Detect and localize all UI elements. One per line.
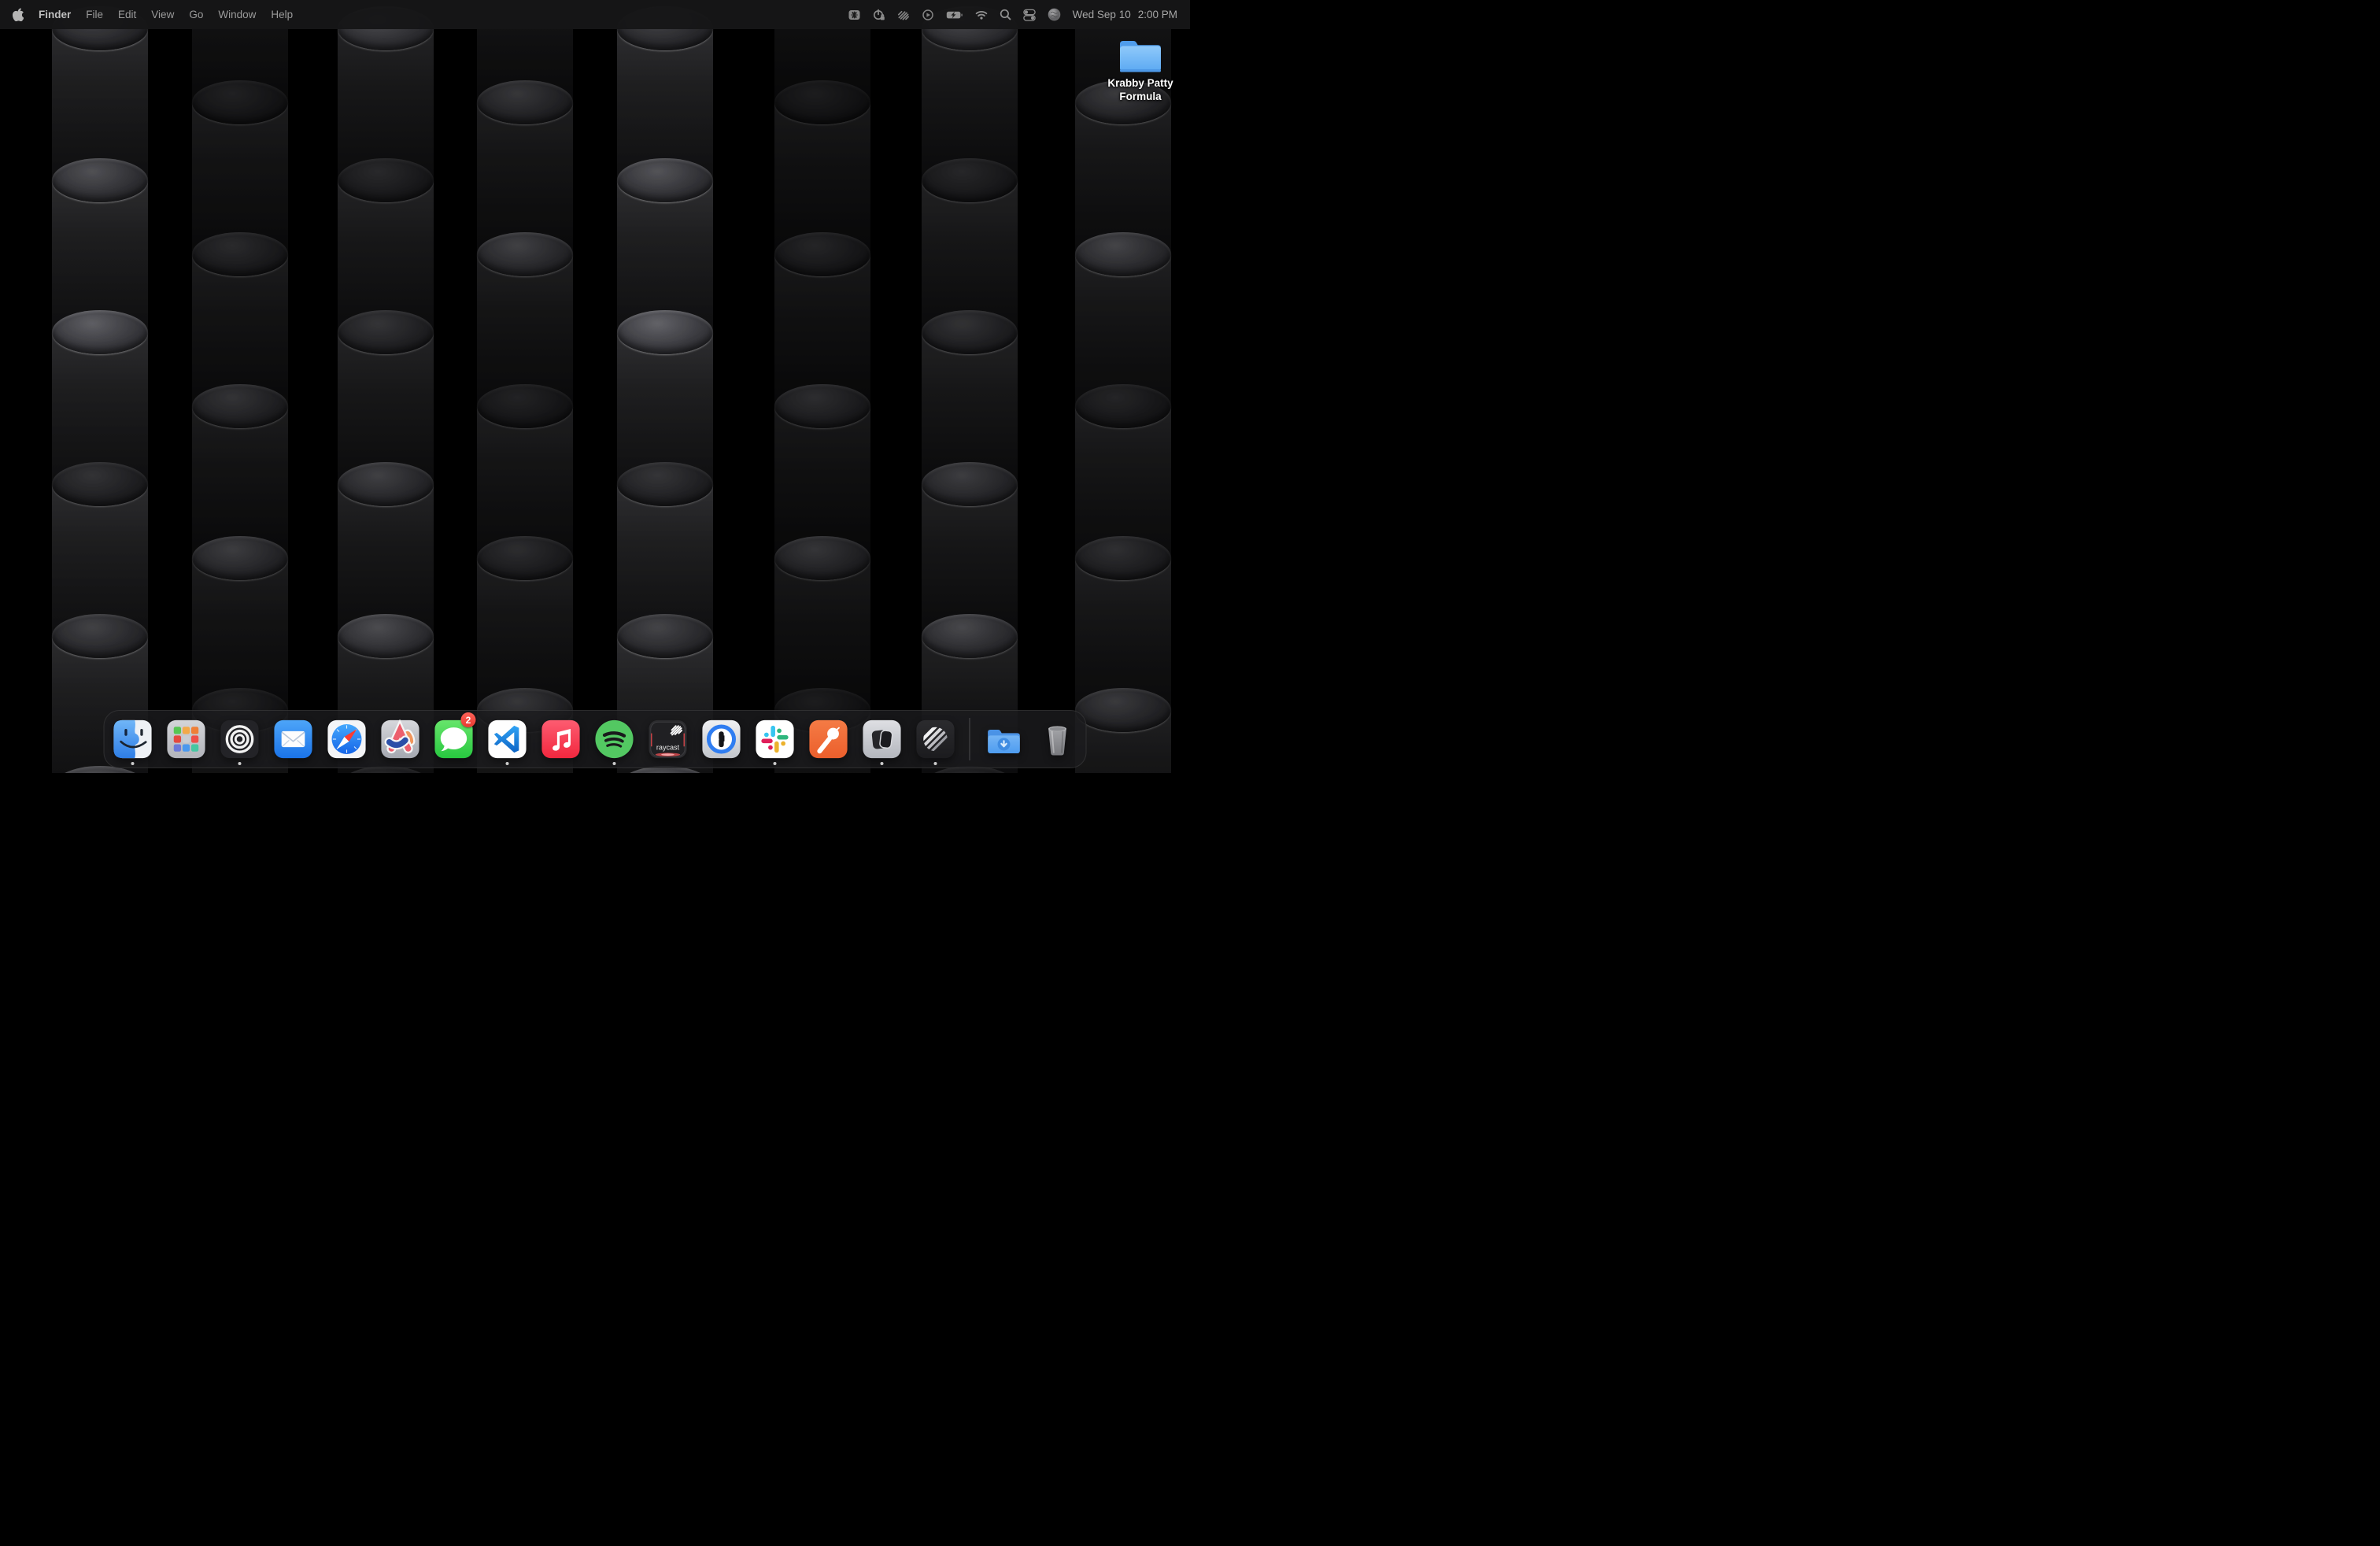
wallpaper-cylinder-column: [922, 0, 1018, 773]
dock-item-arc[interactable]: [381, 712, 420, 767]
linear-icon: [916, 719, 955, 759]
finder-icon: [113, 719, 153, 759]
concentric-rings-icon: [220, 719, 260, 759]
wallpaper-cylinder-column: [192, 0, 288, 773]
postman-icon: [809, 719, 848, 759]
wallpaper-cylinder-column: [52, 0, 148, 773]
dock-item-launchpad[interactable]: [167, 712, 206, 767]
menu-window[interactable]: Window: [218, 9, 256, 20]
dock-item-linear[interactable]: [916, 712, 955, 767]
menu-help[interactable]: Help: [271, 9, 293, 20]
trash-icon: [1038, 719, 1077, 759]
running-indicator: [238, 762, 242, 765]
slack-icon: [756, 719, 795, 759]
running-indicator: [613, 762, 616, 765]
dock-item-postman[interactable]: [809, 712, 848, 767]
profile-globe-icon[interactable]: [1048, 8, 1061, 21]
desktop-folder-krabby-patty-formula[interactable]: Krabby Patty Formula: [1107, 35, 1173, 104]
dock-item-1password[interactable]: [702, 712, 741, 767]
running-indicator: [774, 762, 777, 765]
apple-music-icon: [541, 719, 581, 759]
starburst-icon[interactable]: [848, 9, 861, 21]
dock: 2: [104, 710, 1087, 768]
dock-item-music[interactable]: [541, 712, 581, 767]
wallpaper-cylinder-column: [338, 0, 434, 773]
dock-item-downloads[interactable]: [985, 712, 1024, 767]
dock-item-raycast[interactable]: raycast: [649, 712, 688, 767]
wallpaper: [0, 0, 1190, 773]
menu-go[interactable]: Go: [189, 9, 203, 20]
wallpaper-cylinder-column: [1075, 0, 1171, 773]
privacy-stripes-icon[interactable]: [897, 9, 910, 21]
dock-item-slack[interactable]: [756, 712, 795, 767]
dock-item-vscode[interactable]: [488, 712, 527, 767]
menu-edit[interactable]: Edit: [118, 9, 136, 20]
menu-bar: Finder File Edit View Go Window Help: [0, 0, 1190, 29]
now-playing-icon[interactable]: [922, 9, 934, 21]
folder-icon: [1117, 35, 1164, 75]
spotify-icon: [595, 719, 634, 759]
launchpad-icon: [167, 719, 206, 759]
folder-label: Krabby Patty Formula: [1107, 77, 1173, 104]
battery-charging-icon[interactable]: [946, 9, 963, 21]
dock-item-finder[interactable]: [113, 712, 153, 767]
macos-desktop: Finder File Edit View Go Window Help: [0, 0, 1190, 773]
notification-badge: 2: [461, 712, 476, 727]
wallpaper-cylinder-column: [477, 0, 573, 773]
apple-menu-icon[interactable]: [13, 8, 24, 21]
vscode-icon: [488, 719, 527, 759]
dock-item-spotify[interactable]: [595, 712, 634, 767]
menu-bar-clock[interactable]: Wed Sep 10 2:00 PM: [1073, 9, 1177, 20]
dock-item-concentric-rings-app[interactable]: [220, 712, 260, 767]
raycast-icon-text: raycast: [656, 743, 680, 751]
dock-item-trash[interactable]: [1038, 712, 1077, 767]
clock-time: 2:00 PM: [1138, 9, 1177, 20]
control-center-icon[interactable]: [1023, 9, 1036, 21]
running-indicator: [131, 762, 135, 765]
downloads-folder-icon: [985, 719, 1024, 759]
arc-browser-icon: [381, 719, 420, 759]
clock-date: Wed Sep 10: [1073, 9, 1131, 20]
raycast-icon: raycast: [649, 719, 688, 759]
menu-file[interactable]: File: [86, 9, 103, 20]
running-indicator: [934, 762, 937, 765]
spotlight-search-icon[interactable]: [1000, 9, 1011, 20]
onepassword-icon: [702, 719, 741, 759]
dock-item-mail[interactable]: [274, 712, 313, 767]
wallpaper-cylinder-column: [617, 0, 713, 773]
wallpaper-cylinder-column: [774, 0, 870, 773]
dock-item-dark-panels-app[interactable]: [863, 712, 902, 767]
menu-view[interactable]: View: [151, 9, 174, 20]
dark-panels-icon: [863, 719, 902, 759]
active-app-name[interactable]: Finder: [39, 9, 71, 20]
running-indicator: [881, 762, 884, 765]
power-lock-icon[interactable]: [873, 9, 885, 21]
wifi-icon[interactable]: [975, 9, 988, 20]
safari-icon: [327, 719, 367, 759]
dock-item-safari[interactable]: [327, 712, 367, 767]
mail-icon: [274, 719, 313, 759]
running-indicator: [506, 762, 509, 765]
dock-item-messages[interactable]: 2: [434, 712, 474, 767]
